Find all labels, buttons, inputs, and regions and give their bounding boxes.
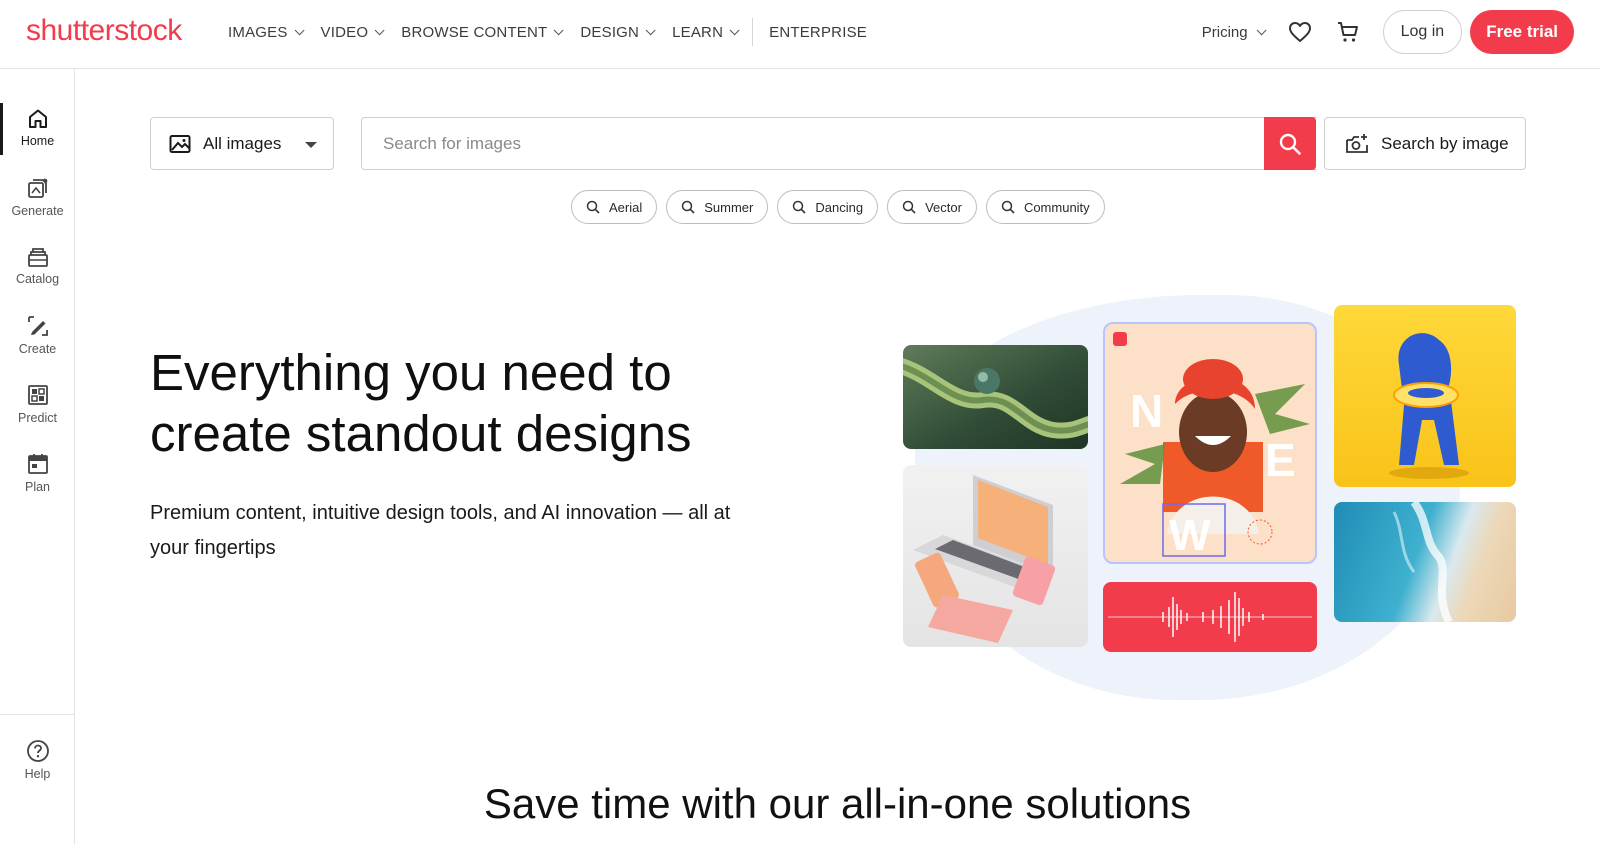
search-icon	[586, 200, 600, 214]
search-input[interactable]	[383, 133, 1243, 154]
camera-icon	[1346, 133, 1368, 153]
sidebar-label: Predict	[18, 411, 57, 425]
home-icon	[28, 109, 47, 128]
suggestion-chip[interactable]: Dancing	[777, 190, 879, 224]
chip-label: Aerial	[609, 199, 643, 215]
sidebar-label: Generate	[11, 204, 64, 218]
chip-label: Vector	[925, 199, 962, 215]
search-suggestions: Aerial Summer Dancing Vector Community	[571, 190, 1114, 224]
hero-collage: N E W	[900, 290, 1530, 710]
favorites-button[interactable]	[1287, 19, 1313, 45]
chevron-down-icon	[729, 24, 740, 35]
login-button[interactable]: Log in	[1382, 10, 1463, 54]
chip-label: Community	[1023, 199, 1090, 215]
character-3d-image	[1334, 305, 1516, 487]
aerial-beach-image	[1334, 502, 1516, 622]
beach-waves-graphic	[1392, 502, 1453, 622]
section-title: Save time with our all-in-one solutions	[483, 780, 1192, 827]
main-nav: IMAGES VIDEO BROWSE CONTENT DESIGN LEARN…	[228, 0, 887, 64]
sidebar-label: Create	[18, 342, 57, 356]
free-trial-button[interactable]: Free trial	[1470, 10, 1574, 54]
cart-icon	[1337, 22, 1358, 42]
nav-video[interactable]: VIDEO	[320, 23, 385, 41]
search-by-image-button[interactable]: Search by image	[1324, 117, 1526, 170]
search-icon	[902, 200, 916, 214]
sidebar-item-plan[interactable]: Plan	[0, 442, 75, 504]
chevron-down-icon	[1256, 24, 1267, 35]
character-graphic	[1389, 333, 1469, 479]
sidebar-item-create[interactable]: Create	[0, 304, 75, 366]
pricing-label: Pricing	[1201, 23, 1248, 41]
portrait-graphic: N E W	[1113, 332, 1310, 560]
nav-enterprise[interactable]: ENTERPRISE	[769, 24, 867, 41]
nav-label: DESIGN	[580, 23, 640, 41]
caret-down-icon	[305, 142, 317, 148]
search-by-image-label: Search by image	[1381, 133, 1509, 153]
nav-images[interactable]: IMAGES	[228, 23, 305, 41]
hero-title: Everything you need to create standout d…	[150, 344, 692, 462]
generate-icon	[27, 178, 48, 198]
nav-divider	[752, 18, 754, 46]
sidebar-label: Home	[20, 134, 55, 148]
hero-subtitle: Premium content, intuitive design tools,…	[150, 502, 731, 559]
media-type-value: All images	[203, 133, 282, 153]
image-icon	[169, 134, 191, 153]
header-actions: Pricing Log in Free trial	[1202, 0, 1600, 64]
nav-browse-content[interactable]: BROWSE CONTENT	[401, 23, 564, 41]
waveform-graphic	[1108, 592, 1312, 642]
media-type-select[interactable]: All images	[150, 117, 334, 170]
predict-icon	[27, 385, 48, 405]
suggestion-chip[interactable]: Aerial	[571, 190, 658, 224]
search-field	[361, 117, 1317, 170]
nav-design[interactable]: DESIGN	[580, 23, 656, 41]
devices-mockup-image	[903, 465, 1088, 647]
search-icon	[682, 200, 695, 214]
left-sidebar: Home Generate Catalog Create Predict Pla…	[0, 69, 75, 844]
pricing-dropdown[interactable]: Pricing	[1201, 23, 1267, 41]
nav-learn[interactable]: LEARN	[672, 23, 740, 41]
nav-label: BROWSE CONTENT	[401, 23, 548, 41]
sidebar-label: Catalog	[15, 272, 60, 286]
chevron-down-icon	[554, 24, 564, 35]
suggestion-chip[interactable]: Summer	[666, 190, 769, 224]
nav-label: ENTERPRISE	[769, 23, 867, 41]
nav-label: LEARN	[672, 23, 724, 41]
catalog-icon	[27, 248, 48, 267]
chip-label: Dancing	[815, 199, 864, 215]
sidebar-label: Help	[24, 767, 51, 781]
abstract-wave-graphic	[903, 358, 1088, 439]
abstract-green-image	[903, 345, 1088, 449]
suggestion-chip[interactable]: Vector	[887, 190, 977, 224]
sidebar-item-catalog[interactable]: Catalog	[0, 235, 75, 297]
audio-waveform-image	[1103, 582, 1317, 652]
chevron-down-icon	[294, 24, 305, 35]
nav-label: VIDEO	[320, 23, 369, 41]
devices-graphic	[913, 475, 1056, 643]
sidebar-item-home[interactable]: Home	[0, 97, 75, 159]
suggestion-chip[interactable]: Community	[985, 190, 1105, 224]
sidebar-item-generate[interactable]: Generate	[0, 166, 75, 228]
nav-label: IMAGES	[228, 23, 288, 41]
top-header: shutterstock IMAGES VIDEO BROWSE CONTENT…	[0, 0, 1600, 69]
collage-letter-e: E	[1265, 434, 1296, 486]
chevron-down-icon	[374, 24, 385, 35]
sidebar-item-predict[interactable]: Predict	[0, 373, 75, 435]
heart-icon	[1288, 22, 1311, 42]
chevron-down-icon	[645, 24, 656, 35]
create-icon	[27, 316, 48, 336]
search-icon	[793, 200, 806, 214]
plan-icon	[27, 454, 48, 474]
chip-label: Summer	[704, 199, 754, 215]
collage-letter-n: N	[1130, 385, 1163, 437]
help-icon	[26, 740, 49, 762]
collage-letter-w: W	[1169, 511, 1211, 560]
search-icon	[1279, 133, 1301, 155]
portrait-design-image: N E W	[1103, 322, 1317, 564]
search-button[interactable]	[1264, 117, 1316, 170]
shutterstock-logo[interactable]: shutterstock	[26, 14, 182, 48]
sidebar-label: Plan	[24, 480, 51, 494]
search-icon	[1001, 200, 1015, 214]
cart-button[interactable]	[1335, 19, 1361, 45]
